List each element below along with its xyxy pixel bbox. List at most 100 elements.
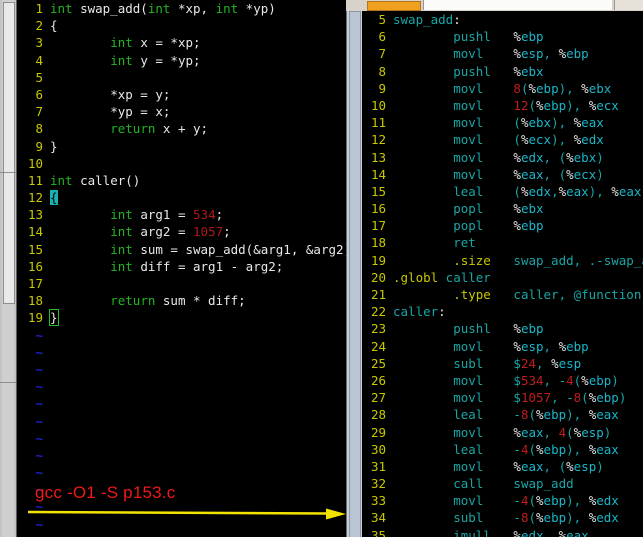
code-token: ), (558, 80, 582, 96)
code-token: 8 (513, 80, 521, 96)
code-line[interactable]: 35 imull %edx, %eax (362, 527, 643, 537)
empty-line: ~ (17, 533, 346, 537)
code-token: , ( (543, 149, 567, 165)
code-line[interactable]: 14 int arg2 = 1057; (17, 223, 346, 240)
code-line[interactable]: 3 int x = *xp; (17, 34, 346, 51)
code-line[interactable]: 12 movl (%ecx), %edx (362, 131, 643, 148)
code-line[interactable]: 8 pushl %ebx (362, 63, 643, 80)
code-line[interactable]: 21 .type caller, @function (362, 286, 643, 303)
code-token: ebp (520, 321, 544, 337)
code-token: sum * diff; (155, 293, 246, 309)
line-number: 10 (27, 155, 43, 171)
code-line[interactable]: 10 (17, 155, 346, 172)
code-token: pushl (393, 321, 514, 337)
taskbar-active-button[interactable] (367, 1, 421, 11)
code-line[interactable]: 28 leal -8(%ebp), %eax (362, 406, 643, 423)
code-token: % (528, 80, 537, 96)
code-line[interactable]: 20 .globl caller (362, 269, 643, 286)
assembly-pane[interactable]: 5 swap_add: 6 pushl %ebp 7 movl %esp, %ebp 8… (362, 11, 643, 537)
pane-divider-scrollbar[interactable] (346, 11, 363, 537)
code-token: int (147, 1, 171, 16)
code-token: int (110, 258, 133, 274)
line-number: 7 (35, 104, 43, 120)
line-number: 29 (370, 424, 386, 440)
code-token: ) (596, 458, 604, 474)
c-source-pane[interactable]: 1 int swap_add(int *xp, int *yp) 2{3 int x… (17, 0, 346, 537)
left-window-scrollbar[interactable] (0, 0, 17, 537)
code-line[interactable]: 31 movl %eax, (%esp) (362, 458, 643, 475)
code-line[interactable]: 30 leal -4(%ebp), %eax (362, 441, 643, 458)
code-line[interactable]: 9} (17, 138, 346, 155)
code-line[interactable]: 27 movl $1057, -8(%ebp) (362, 389, 643, 406)
code-line[interactable]: 5 (17, 69, 346, 86)
chrome-text-field[interactable] (423, 0, 612, 10)
code-line[interactable]: 7 *yp = x; (17, 103, 346, 120)
code-line[interactable]: 25 subl $24, %esp (362, 355, 643, 372)
code-line[interactable]: 18 return sum * diff; (17, 292, 346, 309)
code-line[interactable]: 29 movl %eax, 4(%esp) (362, 424, 643, 441)
line-number: 16 (370, 201, 386, 217)
empty-line: ~ (17, 361, 346, 378)
code-token: % (513, 166, 521, 182)
tilde-icon: ~ (35, 327, 43, 343)
code-token: % (513, 29, 521, 45)
code-token: esp (520, 338, 544, 354)
code-line[interactable]: 12 { (17, 189, 346, 206)
code-token: % (513, 338, 521, 354)
right-scroll-thumb[interactable] (349, 11, 361, 537)
code-line[interactable]: 1 int swap_add(int *xp, int *yp) (17, 0, 346, 17)
code-line[interactable]: 14 movl %eax, (%ecx) (362, 166, 643, 183)
left-scroll-thumb[interactable] (3, 2, 15, 304)
code-line[interactable]: 18 ret (362, 234, 643, 251)
code-line[interactable]: 19} (17, 309, 346, 327)
code-token: % (513, 201, 521, 217)
code-line[interactable]: 9 movl 8(%ebp), %ebx (362, 80, 643, 97)
code-line[interactable]: 13 movl %edx, (%ebx) (362, 149, 643, 166)
code-line[interactable]: 15 int sum = swap_add(&arg1, &arg2); (17, 241, 346, 258)
code-line[interactable]: 16 popl %ebx (362, 200, 643, 217)
code-line[interactable]: 7 movl %esp, %ebp (362, 45, 643, 62)
code-line[interactable]: 23 pushl %ebp (362, 320, 643, 337)
code-line[interactable]: 17 (17, 275, 346, 292)
code-line[interactable]: 13 int arg1 = 534; (17, 206, 346, 223)
code-line[interactable]: 11 int caller() (17, 172, 346, 189)
chrome-right-field[interactable] (614, 0, 643, 10)
code-line[interactable]: 34 subl -8(%ebp), %edx (362, 509, 643, 526)
code-line[interactable]: 22 caller: (362, 303, 643, 320)
code-line[interactable]: 17 popl %ebp (362, 217, 643, 234)
code-line[interactable]: 6 pushl %ebp (362, 28, 643, 45)
code-token: ebx (520, 201, 544, 217)
code-line[interactable]: 33 movl -4(%ebp), %edx (362, 492, 643, 509)
line-number: 10 (370, 97, 386, 113)
code-token: int (110, 207, 133, 223)
code-line[interactable]: 32 call swap_add (362, 475, 643, 492)
code-line[interactable]: 10 movl 12(%ebp), %ecx (362, 97, 643, 114)
code-token: 12 (513, 97, 529, 113)
code-token: caller, @function (490, 287, 642, 302)
line-number: 17 (27, 276, 43, 291)
code-line[interactable]: 4 int y = *yp; (17, 52, 346, 69)
code-token: .globl (393, 269, 439, 285)
code-line[interactable]: 6 *xp = y; (17, 86, 346, 103)
code-line[interactable]: 15 leal (%edx,%eax), %eax (362, 183, 643, 200)
code-token: subl (393, 510, 514, 526)
line-number: 28 (370, 407, 386, 423)
code-line[interactable]: 8 return x + y; (17, 120, 346, 137)
code-token: movl (393, 80, 514, 96)
line-number: 11 (370, 115, 386, 131)
code-line[interactable]: 26 movl $534, -4(%ebp) (362, 372, 643, 389)
line-number: 7 (378, 46, 386, 62)
code-line[interactable]: 11 movl (%ebx), %eax (362, 114, 643, 131)
code-line[interactable]: 5 swap_add: (362, 11, 643, 28)
code-token: int (215, 1, 239, 16)
code-token: ( (513, 115, 521, 131)
code-line[interactable]: 24 movl %esp, %ebp (362, 338, 643, 355)
code-line[interactable]: 16 int diff = arg1 - arg2; (17, 258, 346, 275)
code-line[interactable]: 19 .size swap_add, .-swap_add (362, 252, 643, 269)
code-token: % (566, 166, 574, 182)
code-token: int (50, 172, 73, 188)
code-token: ebp (543, 441, 567, 457)
code-line[interactable]: 2{ (17, 17, 346, 34)
